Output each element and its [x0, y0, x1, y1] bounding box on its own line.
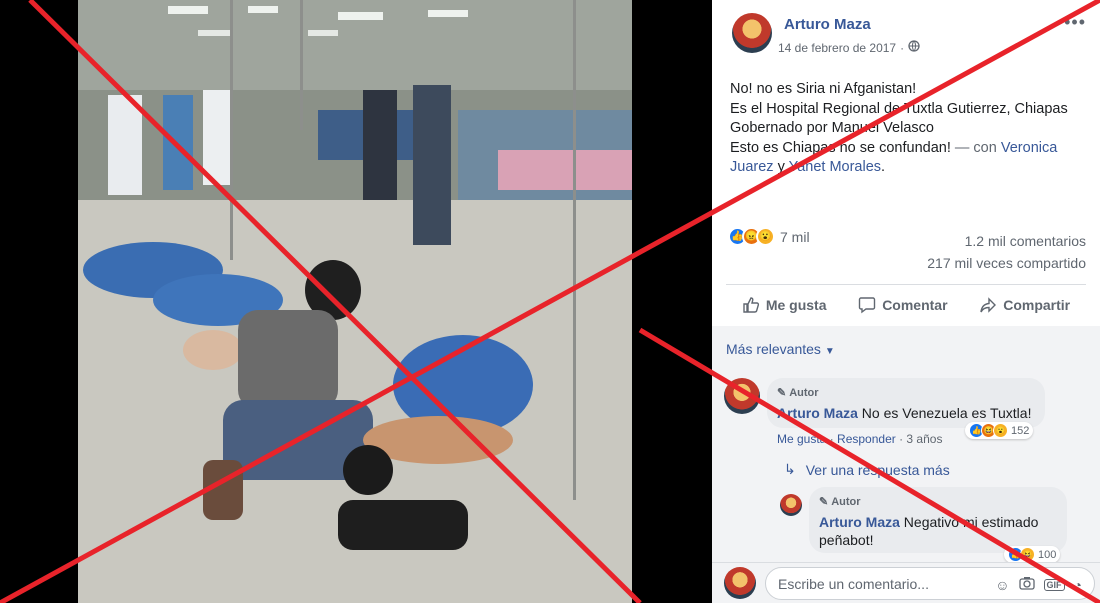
share-icon — [980, 297, 997, 313]
thumbs-up-icon — [743, 297, 759, 313]
tagged-user-2[interactable]: Yanet Morales — [789, 159, 881, 175]
tag-end: . — [881, 159, 886, 176]
laugh-reaction-icon: 😆 — [1020, 547, 1035, 562]
comment-reply-link[interactable]: Responder — [837, 432, 896, 446]
comment-button[interactable]: Comentar — [858, 296, 948, 314]
author-badge: ✎ Autor — [819, 493, 1057, 511]
reaction-summary[interactable]: 👍 😠 😮 7 mil — [728, 227, 810, 246]
sticker-icon[interactable]: ◔ — [1074, 577, 1082, 593]
share-button[interactable]: Compartir — [979, 296, 1070, 314]
author-avatar[interactable] — [732, 13, 772, 53]
divider — [726, 284, 1086, 285]
more-options-icon[interactable]: ••• — [1064, 12, 1086, 33]
post-text-final: Esto es Chiapas no se confundan! — [730, 139, 951, 156]
comment-count[interactable]: 1.2 mil comentarios — [927, 230, 1086, 252]
view-more-replies[interactable]: ↳ Ver una respuesta más — [784, 461, 950, 478]
photo-pane — [0, 0, 712, 603]
comments-section: Más relevantes ▼ ✎ Autor Arturo Maza No … — [712, 326, 1100, 563]
comment-composer: Escribe un comentario... ☺ GIF ◔ — [712, 562, 1100, 603]
comment-input[interactable]: Escribe un comentario... ☺ GIF ◔ — [765, 567, 1095, 600]
globe-icon[interactable] — [908, 40, 920, 55]
post-text-line-1: No! no es Siria ni Afganistan! — [730, 81, 917, 97]
composer-icons: ☺ GIF ◔ — [995, 568, 1082, 601]
chevron-down-icon: ▼ — [824, 346, 835, 357]
reply-arrow-icon: ↳ — [784, 461, 796, 477]
meta-separator: · — [900, 40, 905, 55]
current-user-avatar[interactable] — [724, 567, 756, 599]
post-sidebar: Arturo Maza 14 de febrero de 2017 · ••• … — [712, 0, 1100, 603]
comment-like-link[interactable]: Me gusta — [777, 432, 826, 446]
reply-reactions[interactable]: 👍 😆 100 — [1004, 546, 1061, 563]
post-photo[interactable] — [78, 0, 632, 603]
engagement-counts: 1.2 mil comentarios 217 mil veces compar… — [927, 230, 1086, 274]
post-text-line-2: Es el Hospital Regional de Tuxtla Gutier… — [730, 100, 1068, 117]
with-label: — con — [954, 139, 997, 156]
reply-text: Negativo mi estimado — [903, 514, 1039, 530]
comment-filter-dropdown[interactable]: Más relevantes ▼ — [726, 341, 835, 357]
wow-reaction-icon: 😮 — [756, 227, 775, 246]
reaction-count: 7 mil — [780, 228, 810, 245]
commenter-avatar[interactable] — [724, 378, 760, 414]
comment-filter-label: Más relevantes — [726, 341, 821, 357]
view-more-replies-label: Ver una respuesta más — [805, 461, 950, 478]
comment-bubble: ✎ Autor Arturo Maza No es Venezuela es T… — [767, 378, 1045, 428]
pencil-icon: ✎ — [777, 387, 787, 399]
gif-icon[interactable]: GIF — [1043, 578, 1065, 591]
share-label: Compartir — [1003, 297, 1071, 313]
reply-avatar[interactable] — [780, 494, 802, 516]
comment-icon — [858, 297, 876, 314]
action-bar: Me gusta Comentar Compartir — [726, 287, 1086, 323]
comment-body: Arturo Maza No es Venezuela es Tuxtla! — [777, 404, 1035, 422]
author-badge: ✎ Autor — [777, 384, 1035, 402]
commenter-name[interactable]: Arturo Maza — [777, 405, 858, 421]
comment-time[interactable]: 3 años — [906, 432, 942, 446]
post-text-line-4: Esto es Chiapas no se confundan! — con V… — [730, 139, 1095, 178]
emoji-icon[interactable]: ☺ — [995, 577, 1009, 593]
comment-text: No es Venezuela es Tuxtla! — [861, 405, 1032, 421]
reply-bubble: ✎ Autor Arturo Maza Negativo mi estimado… — [809, 487, 1067, 553]
photo-illustration — [78, 0, 632, 603]
pencil-icon: ✎ — [819, 496, 829, 508]
comment-label: Comentar — [882, 297, 948, 313]
like-label: Me gusta — [765, 297, 827, 313]
author-badge-label: Autor — [789, 387, 819, 399]
wow-reaction-icon: 😮 — [993, 423, 1008, 438]
comment-input-placeholder: Escribe un comentario... — [778, 575, 929, 592]
facebook-photo-viewer: Arturo Maza 14 de febrero de 2017 · ••• … — [0, 0, 1100, 603]
reply-body: Arturo Maza Negativo mi estimado — [819, 513, 1057, 531]
author-name[interactable]: Arturo Maza — [784, 16, 871, 33]
comment-reactions[interactable]: 👍 😆 😮 152 — [965, 422, 1034, 439]
post-date[interactable]: 14 de febrero de 2017 — [778, 41, 896, 55]
camera-icon[interactable] — [1018, 576, 1035, 593]
tag-join: y — [777, 159, 785, 176]
author-badge-label: Autor — [831, 496, 861, 508]
post-meta: 14 de febrero de 2017 · — [778, 40, 920, 55]
post-text: No! no es Siria ni Afganistan! Es el Hos… — [730, 80, 1095, 178]
comment-actions: Me gusta · Responder · 3 años — [777, 432, 943, 446]
reply-reaction-count: 100 — [1038, 548, 1057, 561]
share-count[interactable]: 217 mil veces compartido — [927, 252, 1086, 274]
post-text-line-3: Gobernado por Manuel Velasco — [730, 120, 934, 137]
like-button[interactable]: Me gusta — [742, 296, 827, 314]
comment-reaction-count: 152 — [1011, 424, 1030, 437]
replier-name[interactable]: Arturo Maza — [819, 514, 900, 530]
